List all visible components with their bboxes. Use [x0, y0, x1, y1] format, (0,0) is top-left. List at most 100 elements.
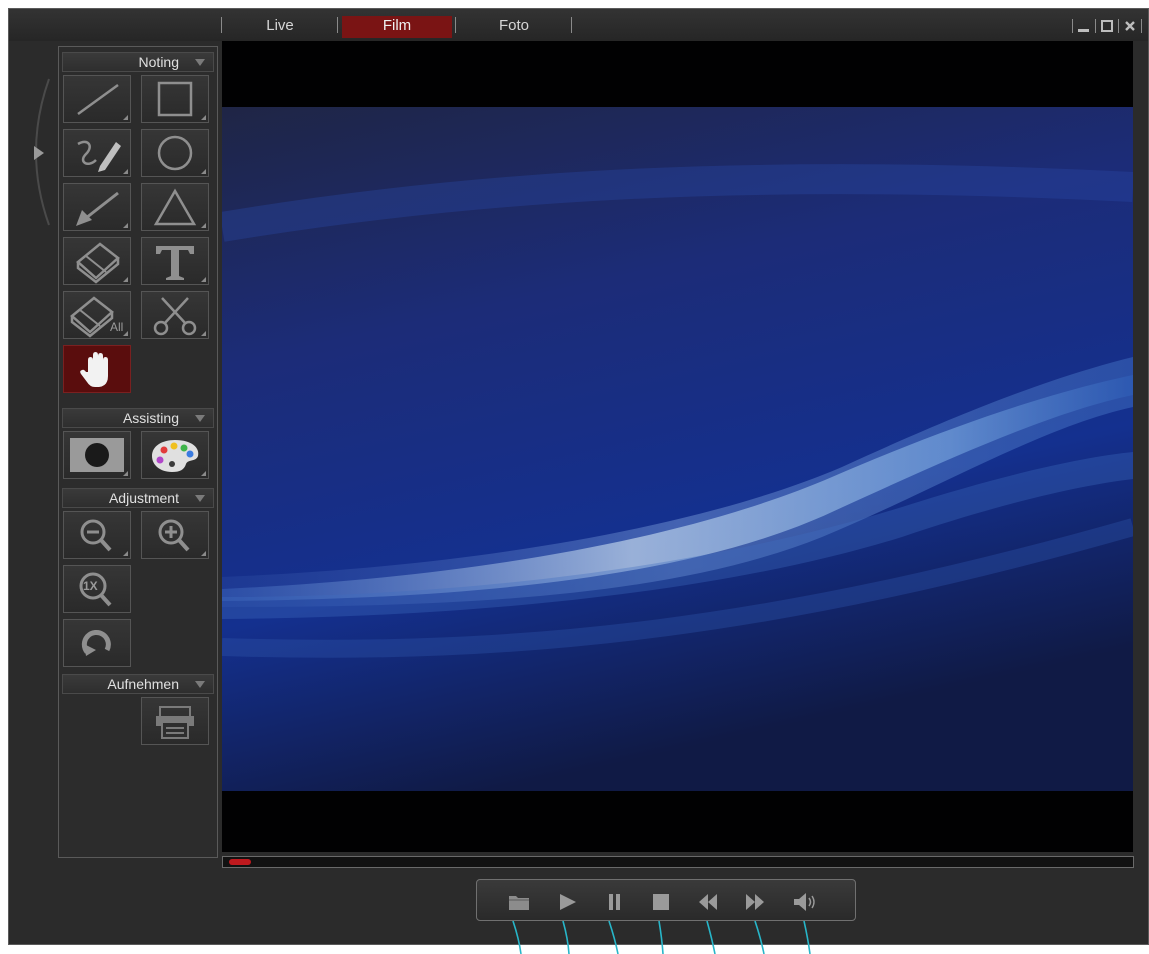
color-fill-icon [70, 438, 124, 472]
tab-separator [337, 17, 338, 33]
playback-progress-bar[interactable] [222, 856, 1134, 868]
erase-all-badge: All [110, 320, 124, 334]
volume-button[interactable] [790, 888, 820, 914]
rectangle-icon [157, 81, 193, 117]
pause-button[interactable] [599, 888, 629, 914]
rotate-icon [81, 630, 111, 656]
section-noting[interactable]: Noting [62, 52, 214, 72]
text-icon [156, 246, 194, 280]
chevron-down-icon [195, 59, 205, 66]
fast-forward-icon [746, 894, 764, 910]
line-icon [77, 83, 119, 116]
print-tool[interactable] [141, 697, 209, 745]
print-icon [156, 706, 194, 739]
window-control-separator [1095, 19, 1096, 33]
arrow-icon [76, 191, 119, 226]
freehand-pen-icon [77, 140, 121, 172]
palette-tool[interactable] [141, 431, 209, 479]
section-label: Aufnehmen [107, 676, 179, 692]
play-button[interactable] [552, 888, 582, 914]
circle-icon [157, 135, 193, 171]
section-label: Assisting [122, 410, 179, 426]
section-label: Noting [138, 54, 179, 70]
zoom-in-icon [158, 519, 190, 552]
chevron-down-icon [195, 681, 205, 688]
play-icon [560, 894, 576, 910]
corner-marker [201, 471, 206, 476]
hand-tool[interactable] [63, 345, 131, 393]
palette-icon [152, 440, 199, 472]
corner-marker [123, 331, 128, 336]
section-assisting[interactable]: Assisting [62, 408, 214, 428]
close-icon[interactable] [1123, 19, 1137, 33]
rotate-tool[interactable] [63, 619, 131, 667]
window-controls [1072, 15, 1142, 37]
line-tool[interactable] [63, 75, 131, 123]
circle-tool[interactable] [141, 129, 209, 177]
color-fill-tool[interactable] [63, 431, 131, 479]
corner-marker [201, 551, 206, 556]
zoom-out-tool[interactable] [63, 511, 131, 559]
fast-forward-button[interactable] [740, 888, 770, 914]
corner-marker [123, 551, 128, 556]
corner-marker [123, 115, 128, 120]
rewind-button[interactable] [693, 888, 723, 914]
section-adjustment[interactable]: Adjustment [62, 488, 214, 508]
hand-icon [80, 352, 108, 387]
section-aufnehmen[interactable]: Aufnehmen [62, 674, 214, 694]
triangle-tool[interactable] [141, 183, 209, 231]
corner-marker [201, 223, 206, 228]
panel-collapse-handle[interactable] [23, 77, 63, 227]
callout-lines [512, 921, 811, 954]
tab-live[interactable]: Live [225, 16, 335, 38]
corner-marker [123, 471, 128, 476]
open-folder-button[interactable] [505, 888, 535, 914]
stop-button[interactable] [646, 888, 676, 914]
eraser-tool[interactable] [63, 237, 131, 285]
app-window: Live Film Foto Noting All Assisting Adju… [8, 8, 1149, 954]
scissors-icon [153, 297, 197, 336]
maximize-icon[interactable] [1100, 19, 1114, 33]
window-control-separator [1118, 19, 1119, 33]
zoom-reset-label: 1X [83, 579, 98, 593]
corner-marker [123, 277, 128, 282]
erase-all-tool[interactable]: All [63, 291, 131, 339]
tab-foto[interactable]: Foto [459, 16, 569, 38]
rewind-icon [699, 894, 717, 910]
volume-icon [794, 893, 815, 911]
corner-marker [201, 331, 206, 336]
top-bar: Live Film Foto [9, 9, 1148, 41]
tool-panel: Noting All Assisting Adjustment 1X Aufne… [58, 46, 218, 858]
corner-marker [201, 115, 206, 120]
zoom-out-icon [80, 519, 112, 552]
video-frame [222, 107, 1133, 791]
zoom-in-tool[interactable] [141, 511, 209, 559]
tab-separator [455, 17, 456, 33]
playback-controls [476, 879, 856, 921]
wallpaper-image [222, 107, 1133, 791]
triangle-icon [153, 188, 197, 226]
minimize-icon[interactable] [1077, 19, 1091, 33]
chevron-down-icon [195, 495, 205, 502]
section-label: Adjustment [108, 490, 179, 506]
video-display[interactable] [222, 41, 1133, 852]
playback-progress-fill [229, 859, 251, 865]
corner-marker [201, 277, 206, 282]
stop-icon [653, 894, 669, 910]
freehand-tool[interactable] [63, 129, 131, 177]
window-control-separator [1141, 19, 1142, 33]
text-tool[interactable] [141, 237, 209, 285]
pause-icon [609, 894, 620, 910]
eraser-icon [76, 242, 120, 284]
open-folder-icon [509, 896, 529, 910]
corner-marker [201, 169, 206, 174]
rectangle-tool[interactable] [141, 75, 209, 123]
corner-marker [123, 169, 128, 174]
zoom-reset-tool[interactable]: 1X [63, 565, 131, 613]
tab-separator [221, 17, 222, 33]
scissors-tool[interactable] [141, 291, 209, 339]
arrow-tool[interactable] [63, 183, 131, 231]
tab-film[interactable]: Film [342, 16, 452, 38]
expand-arrow-icon [34, 78, 50, 226]
tab-separator [571, 17, 572, 33]
